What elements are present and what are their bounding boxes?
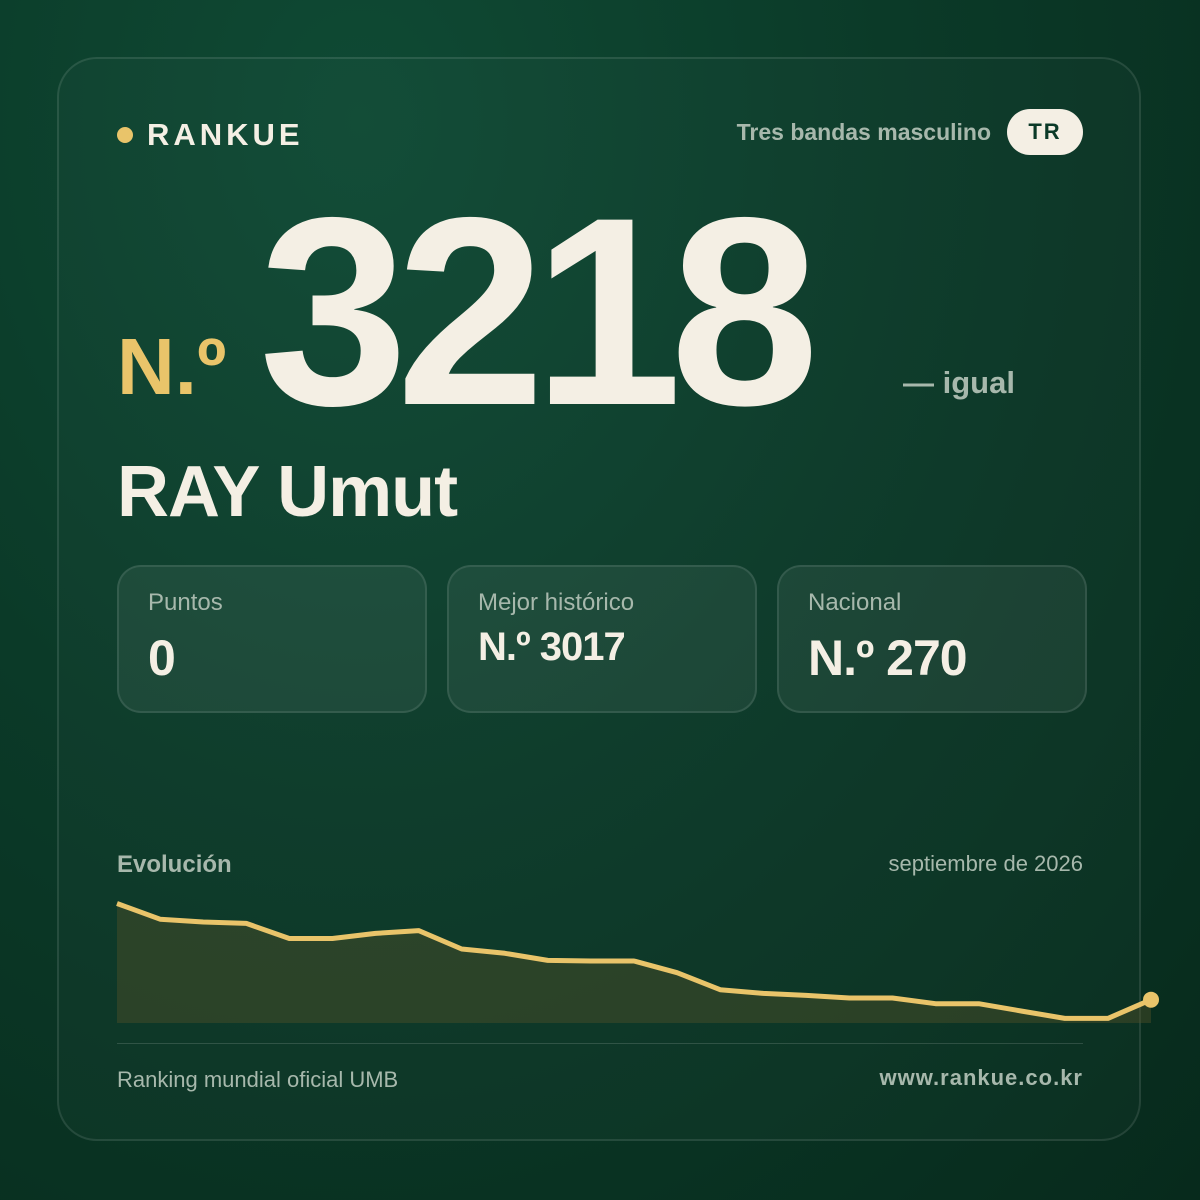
footer-divider (117, 1043, 1083, 1044)
evolution-chart (116, 901, 1159, 1023)
chart-current-point (1143, 991, 1159, 1008)
footer-website[interactable]: www.rankue.co.kr (880, 1065, 1083, 1091)
footer-source: Ranking mundial oficial UMB (117, 1067, 399, 1092)
ranking-card: RANKUE Tres bandas masculino TR N.º 3218… (57, 57, 1159, 1141)
